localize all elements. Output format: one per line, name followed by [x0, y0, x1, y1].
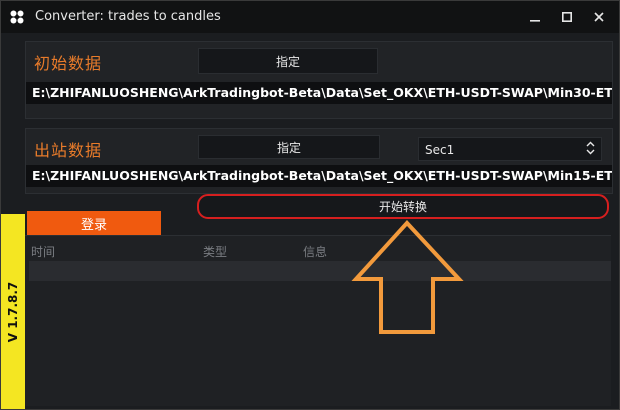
main-content: 初始数据 指定 E:\ZHIFANLUOSHENG\ArkTradingbot-…: [1, 33, 619, 409]
app-logo-icon: [9, 9, 25, 25]
maximize-button[interactable]: [551, 1, 583, 33]
annotation-up-arrow-icon: [351, 220, 464, 334]
close-button[interactable]: [583, 1, 615, 33]
window-title: Converter: trades to candles: [35, 9, 221, 24]
close-icon: [594, 12, 604, 22]
converter-window: Converter: trades to candles 初始数据 指定 E:\…: [0, 0, 620, 410]
title-bar[interactable]: Converter: trades to candles: [1, 1, 619, 33]
minimize-icon: [530, 20, 540, 22]
minimize-button[interactable]: [519, 1, 551, 33]
maximize-icon: [562, 12, 572, 22]
